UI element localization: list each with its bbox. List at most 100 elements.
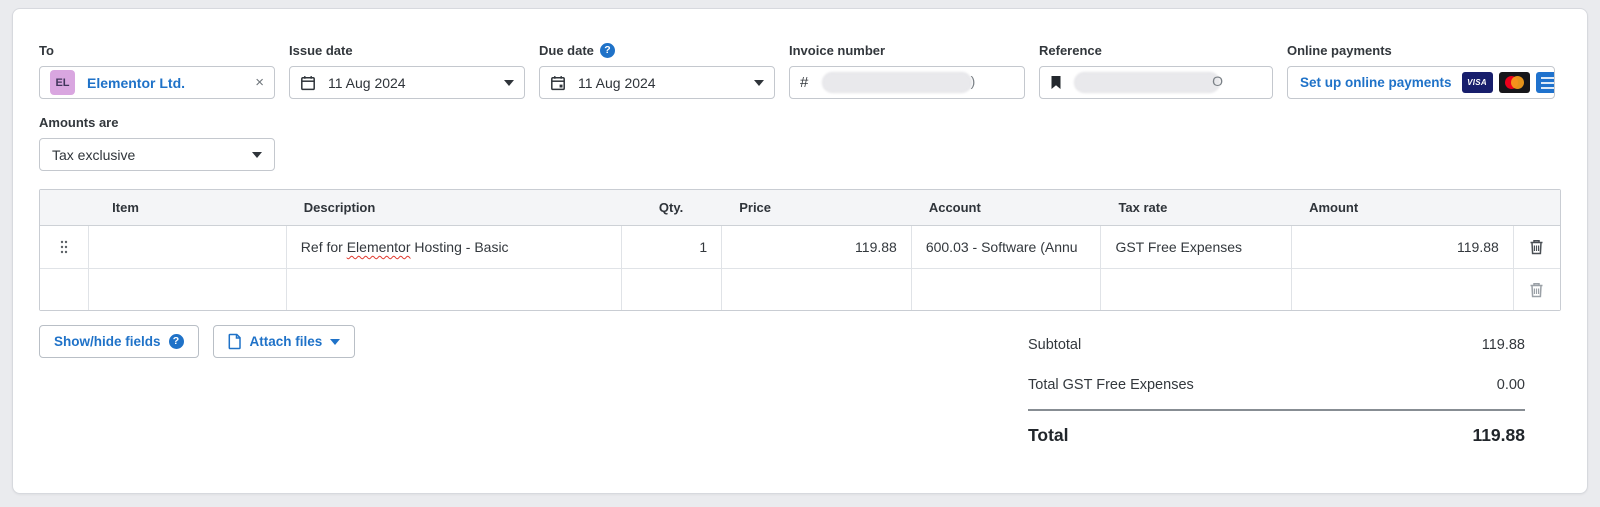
qty-column-header: Qty. [620,190,722,226]
show-hide-fields-button[interactable]: Show/hide fields ? [39,325,199,358]
due-date-help-icon[interactable]: ? [599,43,615,58]
chevron-down-icon[interactable] [754,79,764,86]
grand-total-value: 119.88 [1472,425,1525,445]
subtotal-value: 119.88 [1481,337,1525,353]
drag-handle-empty [40,268,89,310]
visa-card-icon: VISA [1461,72,1493,93]
due-date-value: 11 Aug 2024 [578,74,656,91]
table-row-empty [40,268,1560,310]
line-items-table: Item Description Qty. Price Account Tax … [39,189,1561,311]
table-row: Ref for Elementor Hosting - Basic 1 119.… [40,226,1560,268]
tax-total-label: Total GST Free Expenses [1028,377,1194,393]
online-payments-label: Online payments [1287,43,1392,58]
to-label: To [39,43,54,58]
amounts-are-label: Amounts are [39,115,119,130]
amounts-are-value: Tax exclusive [52,146,136,163]
online-payments-group: Online payments Set up online payments V… [1287,43,1555,99]
online-payments-field: Set up online payments VISA [1287,66,1555,99]
subtotal-row: Subtotal 119.88 [1028,325,1525,363]
payment-badges: VISA [1461,72,1554,93]
item-cell[interactable] [88,226,286,268]
account-column-header: Account [910,190,1101,226]
drag-handle[interactable] [40,226,89,268]
qty-cell[interactable] [620,268,722,310]
tax-rate-cell[interactable]: GST Free Expenses [1100,226,1292,268]
totals-panel: Subtotal 119.88 Total GST Free Expenses … [1028,325,1525,446]
amounts-are-select[interactable]: Tax exclusive [39,138,275,171]
issue-date-value: 11 Aug 2024 [328,74,406,91]
contact-field[interactable]: EL Elementor Ltd. × [39,66,275,99]
invoice-number-label: Invoice number [789,43,886,58]
contact-name-link[interactable]: Elementor Ltd. [87,75,185,91]
handle-column-header [40,190,89,226]
amex-card-icon [1535,72,1554,93]
redacted-suffix: ) [970,73,976,89]
reference-redacted-value: O [1074,72,1223,93]
footer-row: Show/hide fields ? Attach files Subtotal… [39,325,1561,446]
amount-column-header: Amount [1291,190,1513,226]
table-actions: Show/hide fields ? Attach files [39,325,356,358]
tax-total-value: 0.00 [1496,377,1525,393]
tax-total-row: Total GST Free Expenses 0.00 [1028,363,1525,409]
price-cell[interactable]: 119.88 [721,226,911,268]
due-date-group: Due date ? 11 Aug 2024 [539,43,775,99]
amounts-are-group: Amounts are Tax exclusive [39,115,1561,171]
chevron-down-icon[interactable] [504,79,514,86]
delete-row-button[interactable] [1512,226,1560,268]
attach-files-button[interactable]: Attach files [212,325,356,358]
attach-files-label: Attach files [249,334,323,349]
invoice-fields-row: To EL Elementor Ltd. × Issue date 11 Aug… [39,43,1561,99]
calendar-icon [300,75,316,91]
account-cell[interactable] [910,268,1101,310]
delete-row-button[interactable] [1512,268,1560,310]
chevron-down-icon [252,151,262,158]
show-hide-fields-label: Show/hide fields [54,334,161,349]
tax-rate-column-header: Tax rate [1100,190,1292,226]
description-cell[interactable]: Ref for Elementor Hosting - Basic [285,226,621,268]
subtotal-label: Subtotal [1028,337,1082,353]
reference-label: Reference [1039,43,1102,58]
amount-cell[interactable] [1291,268,1513,310]
set-up-online-payments-link[interactable]: Set up online payments [1300,75,1452,90]
description-cell[interactable] [285,268,621,310]
issue-date-group: Issue date 11 Aug 2024 [289,43,525,99]
item-column-header: Item [88,190,286,226]
reference-field[interactable]: O [1039,66,1273,99]
description-part-misspelled: Elementor [346,239,411,255]
invoice-number-redacted-value: ) [822,72,976,93]
description-part: Hosting - Basic [410,239,509,255]
mastercard-icon [1498,72,1530,93]
invoice-number-group: Invoice number # ) [789,43,1025,99]
description-part: Ref for [300,239,347,255]
actions-column-header [1512,190,1560,226]
hash-icon: # [800,74,809,91]
item-cell[interactable] [88,268,286,310]
table-header-row: Item Description Qty. Price Account Tax … [40,190,1560,226]
grand-total-label: Total [1028,425,1069,445]
invoice-editor-card: To EL Elementor Ltd. × Issue date 11 Aug… [12,8,1588,494]
bookmark-icon [1050,75,1062,90]
redacted-suffix: O [1212,73,1223,89]
reference-group: Reference O [1039,43,1273,99]
chevron-down-icon [330,338,341,345]
issue-date-label: Issue date [289,43,353,58]
help-icon: ? [168,334,184,349]
contact-avatar: EL [50,70,75,95]
grand-total-row: Total 119.88 [1028,411,1525,446]
due-date-field[interactable]: 11 Aug 2024 [539,66,775,99]
invoice-number-field[interactable]: # ) [789,66,1025,99]
due-date-label-text: Due date [539,43,594,58]
account-cell[interactable]: 600.03 - Software (Annu [910,226,1101,268]
issue-date-field[interactable]: 11 Aug 2024 [289,66,525,99]
to-field-group: To EL Elementor Ltd. × [39,43,275,99]
tax-rate-cell[interactable] [1100,268,1292,310]
qty-cell[interactable]: 1 [620,226,722,268]
document-icon [228,333,242,350]
due-date-label: Due date ? [539,43,775,58]
price-cell[interactable] [721,268,911,310]
description-column-header: Description [285,190,621,226]
remove-contact-icon[interactable]: × [255,75,264,90]
calendar-event-icon [550,75,566,91]
amount-cell[interactable]: 119.88 [1291,226,1513,268]
price-column-header: Price [721,190,911,226]
